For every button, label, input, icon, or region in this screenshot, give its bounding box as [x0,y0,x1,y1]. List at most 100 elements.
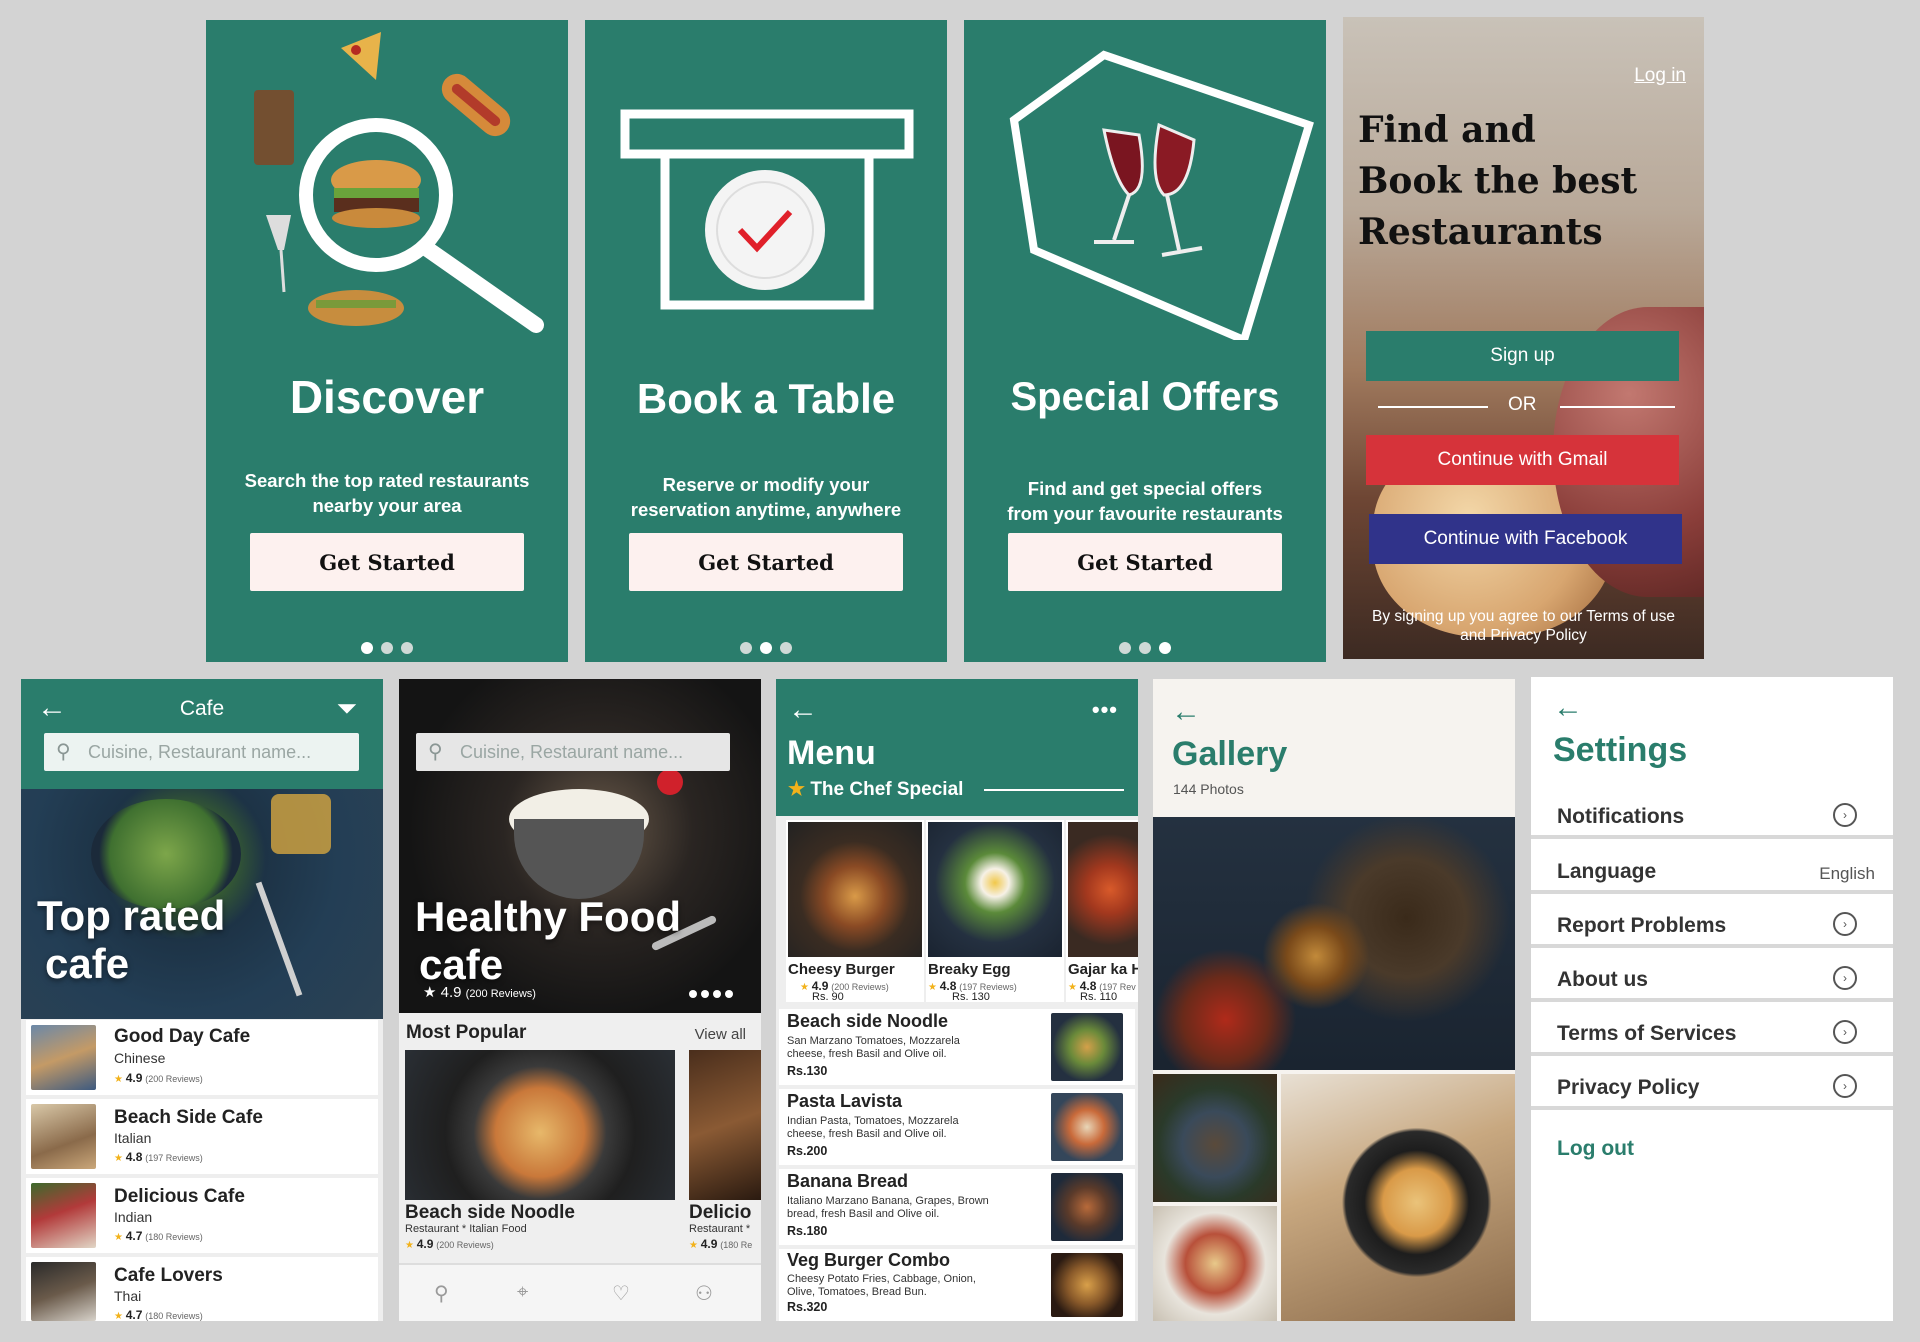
page-dot[interactable] [780,642,792,654]
more-options-icon[interactable]: ••• [1092,697,1118,723]
section-title: Most Popular [406,1022,527,1043]
item-description: Cheesy Potato Fries, Cabbage, Onion, Oli… [787,1273,976,1299]
cafe-name: Cafe Lovers [114,1265,223,1286]
cafe-list-item[interactable]: Good Day Cafe Chinese ★ 4.9 (200 Reviews… [26,1020,378,1095]
review-count: (180 Reviews) [145,1311,203,1321]
gallery-photo-spices[interactable] [1153,817,1515,1070]
cafe-thumbnail [31,1183,96,1248]
special-card[interactable]: Breaky Egg ★ 4.8 (197 Reviews) Rs. 130 [926,820,1064,1003]
desc-line: cheese, fresh Basil and Olive oil. [787,1048,947,1060]
menu-item[interactable]: Pasta Lavista Indian Pasta, Tomatoes, Mo… [779,1089,1135,1165]
settings-row-privacy[interactable]: Privacy Policy › [1531,1060,1893,1110]
page-indicator [585,642,947,654]
page-dot[interactable] [1119,642,1131,654]
settings-row-about-us[interactable]: About us › [1531,952,1893,1002]
back-arrow-icon[interactable]: ← [788,695,818,725]
item-name: Veg Burger Combo [787,1250,951,1270]
search-nav-icon[interactable]: ⚲ [434,1281,449,1306]
onboarding-title: Discover [289,371,485,423]
popular-card[interactable]: Beach side Noodle Restaurant * Italian F… [405,1050,675,1251]
settings-row-terms[interactable]: Terms of Services › [1531,1006,1893,1056]
star-icon: ★ [1068,982,1077,993]
favorites-nav-icon[interactable]: ♡ [612,1281,630,1306]
carousel-dot[interactable] [689,990,697,998]
filter-icon[interactable]: ⏷ [336,693,357,725]
carousel-dot[interactable] [713,990,721,998]
carousel-dot[interactable] [701,990,709,998]
terms-text: By signing up you agree to our Terms of … [1343,607,1704,645]
terms-line[interactable]: By signing up you agree to our Terms of … [1343,607,1704,626]
login-link[interactable]: Log in [1634,65,1686,87]
desc-line: Reserve or modify your [662,474,870,495]
settings-row-language[interactable]: Language English [1531,844,1893,894]
page-dot[interactable] [760,642,772,654]
card-meta: Restaurant * [689,1223,751,1235]
page-title: Gallery [1172,735,1288,773]
hero-line: Healthy Food [415,893,682,940]
page-dot[interactable] [1159,642,1171,654]
settings-row-notifications[interactable]: Notifications › [1531,789,1893,839]
page-dot[interactable] [1139,642,1151,654]
item-price: Rs.180 [787,1224,828,1238]
fork [255,881,303,997]
back-arrow-icon[interactable]: ← [1171,695,1201,729]
dish-image [689,1050,761,1200]
back-arrow-icon[interactable]: ← [1553,691,1583,725]
onboarding-discover-screen: Discover Search the top rated restaurant… [206,20,568,662]
page-dot[interactable] [740,642,752,654]
item-thumbnail [1051,1173,1123,1241]
gallery-photo-pasta[interactable] [1153,1206,1277,1321]
page-dot[interactable] [361,642,373,654]
page-dot[interactable] [401,642,413,654]
chevron-right-icon: › [1833,1074,1857,1098]
search-input[interactable]: ⚲ Cuisine, Restaurant name... [44,733,359,771]
search-input[interactable]: ⚲ Cuisine, Restaurant name... [416,733,730,771]
cafe-rating: ★ 4.7 (180 Reviews) [114,1229,203,1243]
terms-line[interactable]: and Privacy Policy [1343,626,1704,645]
cafe-cuisine: Indian [114,1209,153,1225]
star-icon: ★ [423,984,437,1001]
logout-link[interactable]: Log out [1557,1137,1634,1161]
popular-card[interactable]: Delicio Restaurant * ★ 4.9 (180 Re [689,1050,761,1250]
view-all-link[interactable]: View all [695,1026,746,1043]
settings-screen: ← Settings Notifications › Language Engl… [1531,677,1893,1321]
menu-item[interactable]: Beach side Noodle San Marzano Tomatoes, … [779,1009,1135,1085]
cafe-list-screen: ← Cafe ⏷ ⚲ Cuisine, Restaurant name... T… [21,679,383,1321]
desc-line: from your favourite restaurants [1007,503,1283,524]
carousel-dot[interactable] [725,990,733,998]
get-started-button[interactable]: Get Started [250,533,524,591]
item-description: Indian Pasta, Tomatoes, Mozzarela cheese… [787,1115,959,1141]
cafe-list-item[interactable]: Beach Side Cafe Italian ★ 4.8 (197 Revie… [26,1099,378,1174]
rating-value: 4.7 [125,1229,143,1243]
card-rating: ★ 4.9 (180 Re [689,1237,752,1250]
egg-image [928,822,1062,957]
rating-value: 4.9 [700,1237,718,1250]
settings-row-report-problems[interactable]: Report Problems › [1531,898,1893,948]
onboarding-special-offers-screen: Special Offers Find and get special offe… [964,20,1326,662]
location-nav-icon[interactable]: ⌖ [517,1281,528,1304]
cafe-list-item[interactable]: Cafe Lovers Thai ★ 4.7 (180 Reviews) [26,1257,378,1321]
facebook-button[interactable]: Continue with Facebook [1369,514,1682,564]
cafe-list-item[interactable]: Delicious Cafe Indian ★ 4.7 (180 Reviews… [26,1178,378,1253]
onboarding-description: Find and get special offers from your fa… [984,476,1306,526]
wine-glasses-illustration [1009,50,1314,340]
get-started-button[interactable]: Get Started [629,533,903,591]
gallery-photo-paratha[interactable] [1281,1074,1515,1321]
gallery-photo-bowl[interactable] [1153,1074,1277,1202]
or-label: OR [1508,394,1537,415]
special-card[interactable]: Cheesy Burger ★ 4.9 (200 Reviews) Rs. 90 [786,820,924,1003]
star-icon: ★ [800,982,809,993]
get-started-button[interactable]: Get Started [1008,533,1282,591]
chef-special-text: The Chef Special [810,779,964,800]
review-count: (200 Reviews) [436,1240,494,1250]
gmail-button[interactable]: Continue with Gmail [1366,435,1679,485]
item-price: Rs.200 [787,1144,828,1158]
profile-nav-icon[interactable]: ⚇ [695,1281,713,1306]
onboarding-book-table-screen: Book a Table Reserve or modify your rese… [585,20,947,662]
special-card[interactable]: Gajar ka H ★ 4.8 (197 Rev Rs. 110 [1066,820,1138,1002]
page-dot[interactable] [381,642,393,654]
signup-button[interactable]: Sign up [1366,331,1679,381]
menu-item[interactable]: Banana Bread Italiano Marzano Banana, Gr… [779,1169,1135,1245]
healthy-food-screen: ⚲ Cuisine, Restaurant name... Healthy Fo… [399,679,761,1321]
menu-item[interactable]: Veg Burger Combo Cheesy Potato Fries, Ca… [779,1249,1135,1321]
